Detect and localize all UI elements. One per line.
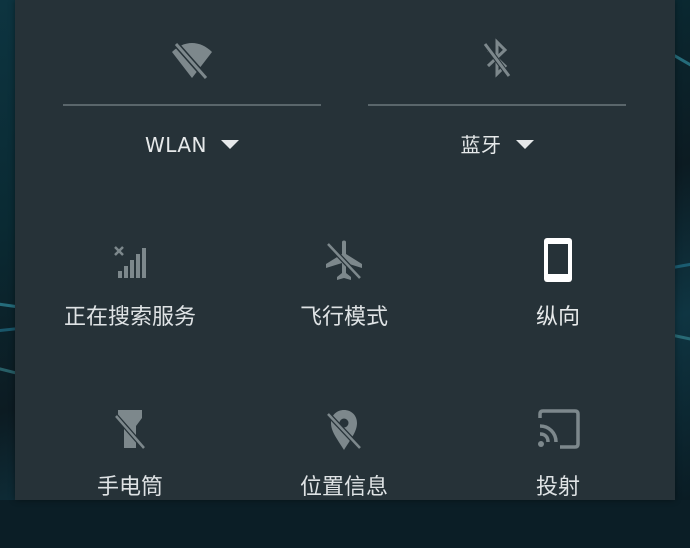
wlan-label[interactable]: WLAN <box>145 133 207 157</box>
bluetooth-off-icon[interactable] <box>473 38 521 82</box>
wlan-divider <box>63 104 321 106</box>
wlan-tile[interactable]: WLAN <box>63 0 321 190</box>
location-tile[interactable]: 位置信息 <box>234 408 454 548</box>
flashlight-label: 手电筒 <box>96 475 163 500</box>
bluetooth-dropdown[interactable]: 蓝牙 <box>368 130 626 160</box>
location-label: 位置信息 <box>299 475 388 500</box>
cast-tile[interactable]: 投射 <box>448 408 668 548</box>
flashlight-off-icon[interactable] <box>108 408 152 452</box>
wifi-off-icon[interactable] <box>168 38 216 82</box>
bluetooth-divider <box>368 104 626 106</box>
airplane-mode-tile[interactable]: 飞行模式 <box>234 238 454 378</box>
wlan-dropdown[interactable]: WLAN <box>63 130 321 160</box>
flashlight-tile[interactable]: 手电筒 <box>20 408 240 548</box>
cast-label: 投射 <box>535 475 580 500</box>
airplane-mode-icon[interactable] <box>322 238 366 282</box>
chevron-down-icon[interactable] <box>221 140 240 149</box>
cast-icon[interactable] <box>536 408 580 452</box>
quick-settings-panel: WLAN 蓝牙 正在搜索服务 飞行模式 纵向 手电筒 位置信息 投射 <box>15 0 675 500</box>
location-off-icon[interactable] <box>322 408 366 452</box>
cellular-tile[interactable]: 正在搜索服务 <box>20 238 240 378</box>
cellular-label: 正在搜索服务 <box>63 305 196 330</box>
orientation-label: 纵向 <box>535 305 580 330</box>
airplane-mode-label: 飞行模式 <box>299 305 388 330</box>
chevron-down-icon[interactable] <box>515 140 534 149</box>
orientation-tile[interactable]: 纵向 <box>448 238 668 378</box>
bluetooth-tile[interactable]: 蓝牙 <box>368 0 626 190</box>
cellular-signal-searching-icon[interactable] <box>108 238 152 282</box>
portrait-phone-icon[interactable] <box>536 238 580 282</box>
bluetooth-label[interactable]: 蓝牙 <box>461 133 502 157</box>
